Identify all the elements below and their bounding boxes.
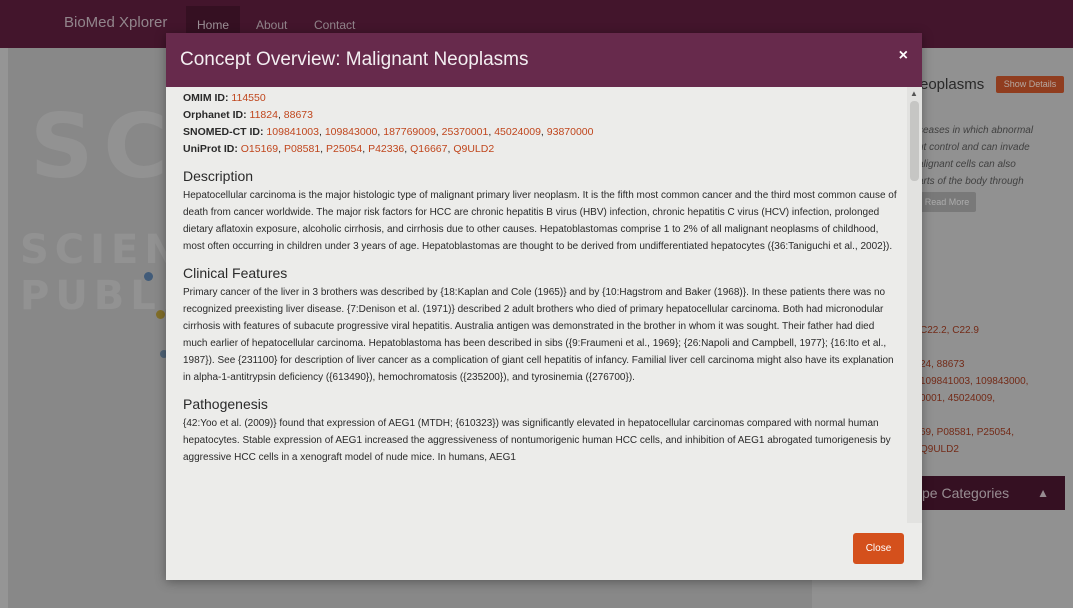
id-link[interactable]: P08581 <box>284 143 320 155</box>
id-link[interactable]: P25054 <box>326 143 362 155</box>
scroll-up-icon[interactable]: ▲ <box>910 89 918 98</box>
omim-id-row: OMIM ID: 114550 <box>183 90 897 107</box>
id-label: UniProt ID: <box>183 143 238 155</box>
clinical-features-text: Primary cancer of the liver in 3 brother… <box>183 287 894 383</box>
scrollbar-thumb[interactable] <box>910 101 919 181</box>
orphanet-id-row: Orphanet ID: 11824, 88673 <box>183 109 313 121</box>
modal-body[interactable]: OMIM ID: 114550 Orphanet ID: 11824, 8867… <box>166 87 907 543</box>
modal-header: Concept Overview: Malignant Neoplasms × <box>166 33 922 87</box>
id-link[interactable]: 25370001 <box>442 126 489 138</box>
section-heading-clinical-features: Clinical Features <box>183 265 288 281</box>
id-link[interactable]: 11824 <box>250 109 278 121</box>
id-link[interactable]: P42336 <box>368 143 404 155</box>
close-icon[interactable]: × <box>899 47 908 65</box>
id-link[interactable]: 109841003 <box>266 126 319 138</box>
uniprot-id-row: UniProt ID: O15169, P08581, P25054, P423… <box>183 143 495 155</box>
id-link[interactable]: 93870000 <box>547 126 594 138</box>
id-link[interactable]: O15169 <box>241 143 278 155</box>
id-label: Orphanet ID: <box>183 109 247 121</box>
close-button[interactable]: Close <box>853 533 904 564</box>
id-link[interactable]: 45024009 <box>494 126 541 138</box>
description-text: Hepatocellular carcinoma is the major hi… <box>183 190 897 252</box>
id-link[interactable]: 88673 <box>284 109 313 121</box>
id-label: OMIM ID: <box>183 92 229 104</box>
pathogenesis-text: {42:Yoo et al. (2009)} found that expres… <box>183 418 891 463</box>
id-link[interactable]: Q9ULD2 <box>453 143 494 155</box>
modal-scrollbar[interactable]: ▲ ▼ <box>907 87 922 543</box>
section-heading-description: Description <box>183 168 254 184</box>
id-link[interactable]: 187769009 <box>383 126 436 138</box>
id-label: SNOMED-CT ID: <box>183 126 264 138</box>
concept-overview-modal: Concept Overview: Malignant Neoplasms × … <box>166 33 922 580</box>
id-link[interactable]: Q16667 <box>410 143 447 155</box>
id-link[interactable]: 109843000 <box>325 126 378 138</box>
modal-title: Concept Overview: Malignant Neoplasms <box>180 49 529 70</box>
id-link[interactable]: 114550 <box>231 92 265 104</box>
snomed-id-row: SNOMED-CT ID: 109841003, 109843000, 1877… <box>183 126 594 138</box>
modal-footer: Close <box>166 523 922 580</box>
section-heading-pathogenesis: Pathogenesis <box>183 396 268 412</box>
